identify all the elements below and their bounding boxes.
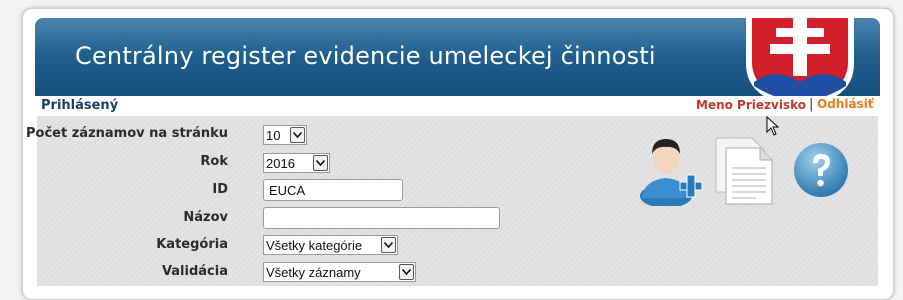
chevron-down-icon [381,237,396,253]
category-select[interactable]: Všetky kategórie [263,235,398,255]
id-label: ID [212,182,228,197]
category-label: Kategória [156,237,228,252]
id-input-value: EUCA [269,182,306,198]
coat-of-arms-icon [746,18,854,96]
add-user-icon[interactable] [638,136,704,206]
site-title: Centrálny register evidencie umeleckej č… [75,42,656,70]
category-value: Všetky kategórie [266,237,363,253]
logout-link[interactable]: Odhlásiť [817,97,874,111]
help-icon[interactable] [792,141,850,199]
validation-label: Validácia [161,264,228,279]
year-value: 2016 [266,155,295,171]
validation-select[interactable]: Všetky záznamy [263,262,416,282]
per-page-label: Počet záznamov na stránku [26,126,228,141]
id-input[interactable]: EUCA [263,179,403,201]
per-page-value: 10 [266,127,281,143]
validation-value: Všetky záznamy [266,264,361,280]
username-link[interactable]: Meno Priezvisko [696,98,806,112]
logged-in-label: Prihlásený [41,98,119,113]
mouse-pointer-icon [766,116,780,136]
name-input[interactable] [263,207,500,229]
separator: | [809,97,814,112]
chevron-down-icon [313,155,328,171]
year-label: Rok [200,154,228,169]
header-banner: Centrálny register evidencie umeleckej č… [35,18,880,96]
name-label: Názov [183,210,228,225]
chevron-down-icon [290,127,305,143]
per-page-select[interactable]: 10 [263,125,307,145]
chevron-down-icon [399,264,414,280]
year-select[interactable]: 2016 [263,153,330,173]
user-bar: Prihlásený Meno Priezvisko | Odhlásiť [35,96,880,116]
documents-icon[interactable] [712,136,776,206]
